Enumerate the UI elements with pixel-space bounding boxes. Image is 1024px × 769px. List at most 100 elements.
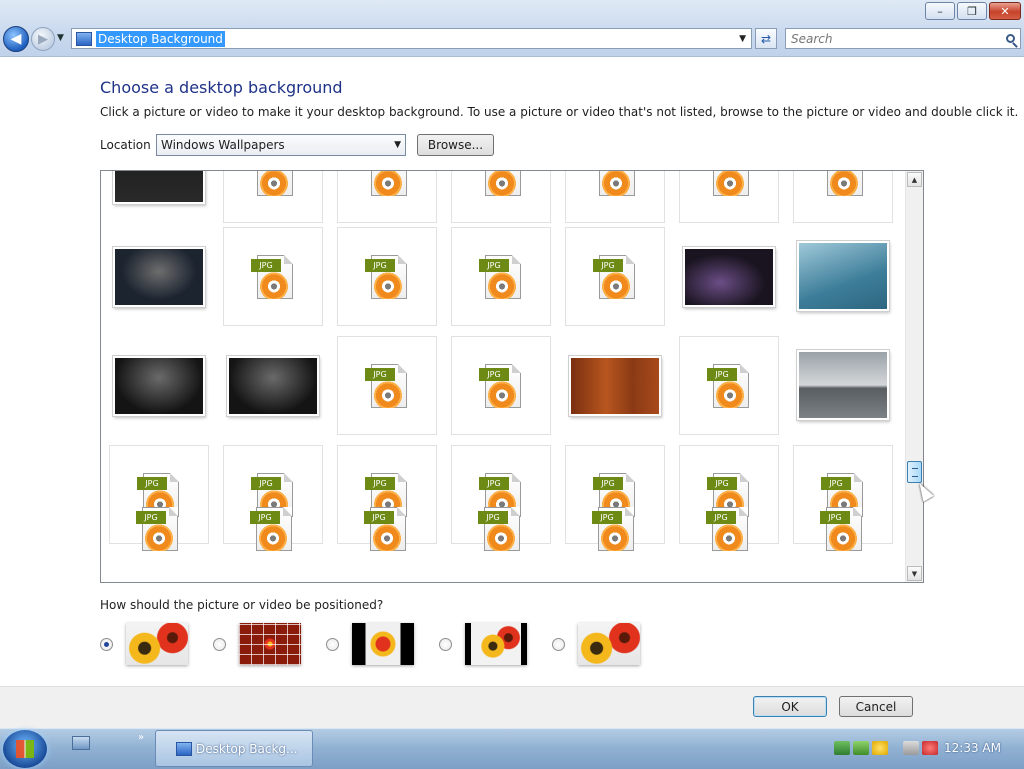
position-preview-stretch[interactable] (578, 623, 640, 665)
wallpaper-thumbnail-item[interactable] (109, 227, 209, 326)
arrow-left-icon: ◀ (10, 31, 22, 47)
wallpaper-jpg-item[interactable]: JPG (451, 501, 551, 571)
wallpaper-jpg-item[interactable]: JPG (109, 501, 209, 571)
wallpaper-thumbnail-image (113, 171, 205, 204)
file-disc-shape (714, 171, 746, 196)
position-preview-fit[interactable] (465, 623, 527, 665)
ok-button[interactable]: OK (753, 696, 827, 717)
quicklaunch-more-button[interactable]: » (138, 732, 144, 743)
refresh-button[interactable]: ⇄ (755, 28, 777, 49)
position-radio-center[interactable] (326, 638, 339, 651)
title-bar: – ❐ ✕ ◀ ▶ ▼ Desktop Background ▼ ⇄ (0, 0, 1024, 57)
jpg-file-icon: JPG (479, 364, 525, 410)
jpg-badge: JPG (820, 511, 850, 524)
wallpaper-jpg-item[interactable]: JPG (793, 501, 893, 571)
position-radio-stretch[interactable] (552, 638, 565, 651)
refresh-icon: ⇄ (760, 31, 772, 46)
taskbar-item-desktop-background[interactable]: Desktop Backg... (155, 730, 313, 767)
wallpaper-jpg-item[interactable]: JPG (451, 171, 551, 223)
location-label: Location (100, 138, 151, 152)
wallpaper-jpg-item[interactable]: JPG (679, 501, 779, 571)
search-icon[interactable] (1006, 34, 1015, 43)
file-disc-shape (371, 523, 403, 551)
position-radio-tile[interactable] (213, 638, 226, 651)
maximize-button[interactable]: ❐ (957, 2, 987, 20)
wallpaper-thumbnail-item[interactable] (565, 336, 665, 435)
recent-pages-dropdown[interactable]: ▼ (57, 33, 64, 43)
control-panel-icon (76, 31, 92, 46)
scroll-up-button[interactable]: ▲ (907, 172, 922, 187)
arrow-right-icon: ▶ (38, 31, 48, 47)
wallpaper-jpg-item[interactable]: JPG (679, 171, 779, 223)
position-radio-fit[interactable] (439, 638, 452, 651)
file-disc-shape (486, 271, 518, 299)
browse-button[interactable]: Browse... (417, 134, 494, 156)
jpg-file-icon: JPG (365, 171, 411, 198)
wallpaper-thumbnail-item[interactable] (679, 227, 779, 326)
position-preview-tile[interactable] (239, 623, 301, 665)
address-text[interactable]: Desktop Background (96, 30, 225, 47)
file-disc-shape (600, 271, 632, 299)
wallpaper-thumbnail-image (797, 241, 889, 311)
wallpaper-jpg-item[interactable]: JPG (679, 336, 779, 435)
volume-muted-icon[interactable] (922, 741, 938, 755)
wallpaper-thumbnail-image (569, 356, 661, 416)
update-icon[interactable] (853, 741, 869, 755)
jpg-badge: JPG (364, 511, 394, 524)
file-disc-shape (372, 380, 404, 408)
wallpaper-thumbnail-item[interactable] (793, 227, 893, 326)
location-selected-value: Windows Wallpapers (161, 138, 285, 152)
address-dropdown-icon[interactable]: ▼ (739, 34, 746, 44)
wallpaper-jpg-item[interactable]: JPG (337, 336, 437, 435)
wallpaper-jpg-item[interactable]: JPG (223, 227, 323, 326)
wallpaper-jpg-item[interactable]: JPG (223, 171, 323, 223)
file-disc-shape (828, 171, 860, 196)
wallpaper-jpg-item[interactable]: JPG (565, 171, 665, 223)
wallpaper-jpg-item[interactable]: JPG (337, 171, 437, 223)
forward-button[interactable]: ▶ (31, 27, 55, 51)
scroll-down-button[interactable]: ▼ (907, 566, 922, 581)
jpg-badge: JPG (365, 368, 395, 381)
cancel-button[interactable]: Cancel (839, 696, 913, 717)
wallpaper-jpg-item[interactable]: JPG (337, 227, 437, 326)
search-input[interactable] (791, 31, 991, 46)
wallpaper-jpg-item[interactable]: JPG (793, 171, 893, 223)
minimize-button[interactable]: – (925, 2, 955, 20)
file-disc-shape (485, 523, 517, 551)
search-box[interactable] (785, 28, 1021, 49)
start-button[interactable] (3, 730, 47, 768)
wallpaper-thumbnail-item[interactable] (109, 336, 209, 435)
wallpaper-jpg-item[interactable]: JPG (451, 227, 551, 326)
taskbar: » Desktop Backg... 12:33 AM (0, 728, 1024, 769)
address-bar[interactable]: Desktop Background ▼ (71, 28, 752, 49)
wallpaper-jpg-item[interactable]: JPG (451, 336, 551, 435)
location-select[interactable]: Windows Wallpapers ▼ (156, 134, 406, 156)
wallpaper-thumbnail-item[interactable] (109, 171, 209, 223)
position-radio-fill[interactable] (100, 638, 113, 651)
maximize-icon: ❐ (967, 4, 977, 18)
network-icon[interactable] (834, 741, 850, 755)
security-icon[interactable] (872, 741, 888, 755)
close-button[interactable]: ✕ (989, 2, 1021, 20)
system-tray (834, 741, 938, 755)
minimize-icon: – (937, 4, 943, 18)
page-title: Choose a desktop background (100, 78, 343, 97)
vertical-scrollbar[interactable]: ▲ ▼ (905, 171, 923, 582)
display-icon[interactable] (903, 741, 919, 755)
wallpaper-thumbnail-item[interactable] (223, 336, 323, 435)
back-button[interactable]: ◀ (3, 26, 29, 52)
position-preview-center[interactable] (352, 623, 414, 665)
wallpaper-thumbnail-item[interactable] (793, 336, 893, 435)
wallpaper-jpg-item[interactable]: JPG (565, 227, 665, 326)
show-desktop-icon[interactable] (72, 736, 90, 750)
jpg-badge: JPG (707, 477, 737, 490)
taskbar-item-label: Desktop Backg... (196, 741, 298, 756)
scroll-thumb[interactable] (907, 461, 922, 483)
wallpaper-jpg-item[interactable]: JPG (337, 501, 437, 571)
jpg-file-icon: JPG (251, 255, 297, 301)
wallpaper-jpg-item[interactable]: JPG (223, 501, 323, 571)
file-disc-shape (600, 171, 632, 196)
wallpaper-jpg-item[interactable]: JPG (565, 501, 665, 571)
position-preview-fill[interactable] (126, 623, 188, 665)
clock[interactable]: 12:33 AM (944, 741, 1001, 755)
